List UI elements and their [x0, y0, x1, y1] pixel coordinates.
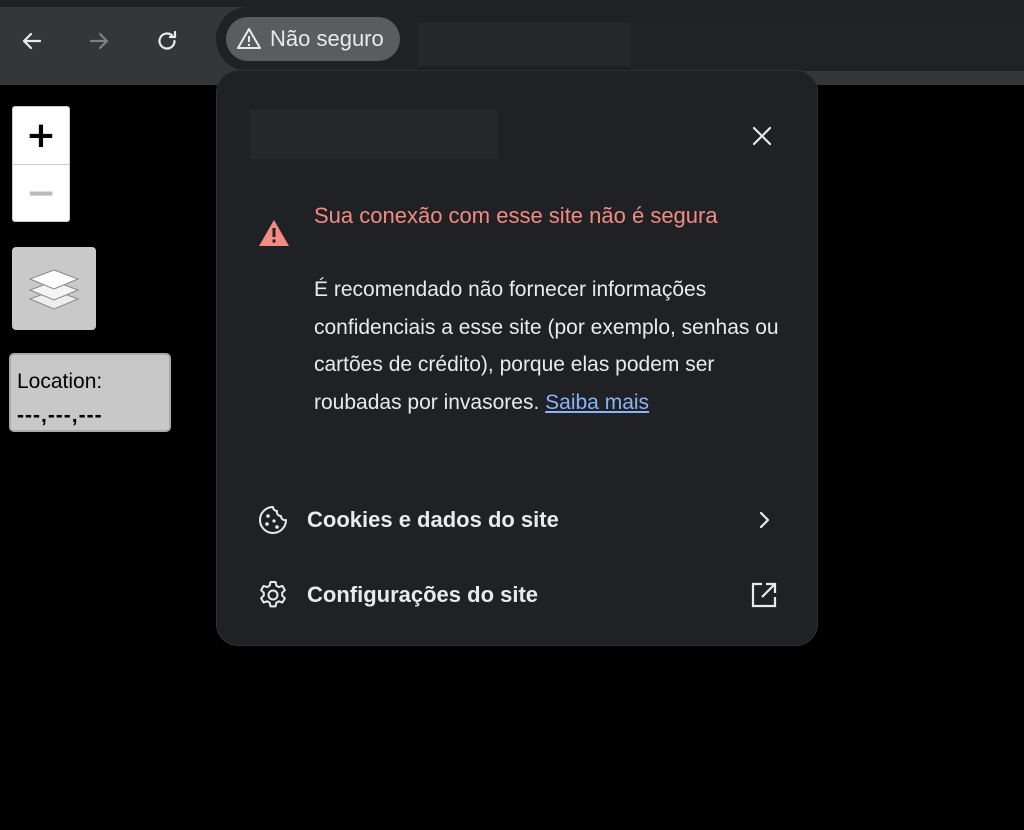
cookie-icon: [257, 504, 289, 536]
learn-more-link[interactable]: Saiba mais: [545, 391, 649, 414]
layers-icon: [28, 268, 80, 310]
reload-button[interactable]: [155, 29, 179, 53]
warning-title: Sua conexão com esse site não é segura: [314, 203, 718, 228]
chevron-right-icon: [749, 505, 779, 535]
warning-triangle-icon: [236, 26, 262, 52]
location-readout: Location: ---,---,---: [9, 353, 171, 432]
back-button[interactable]: [20, 29, 44, 53]
cookies-and-site-data-row[interactable]: Cookies e dados do site: [217, 490, 817, 550]
close-icon: [752, 126, 772, 146]
arrow-right-icon: [89, 32, 109, 50]
open-external-icon: [749, 580, 779, 610]
gear-icon: [257, 579, 289, 611]
layers-button[interactable]: [12, 247, 96, 330]
zoom-in-button[interactable]: +: [13, 107, 69, 164]
zoom-control: + −: [12, 106, 70, 222]
location-coordinates: ---,---,---: [17, 404, 103, 427]
forward-button[interactable]: [87, 29, 111, 53]
security-chip-label: Não seguro: [270, 26, 384, 51]
site-settings-row[interactable]: Configurações do site: [217, 565, 817, 625]
url-text-redacted: [630, 24, 1024, 64]
location-label: Location:: [17, 370, 103, 393]
cookies-row-label: Cookies e dados do site: [307, 507, 559, 532]
site-info-popup: Sua conexão com esse site não é segura É…: [216, 70, 818, 646]
warning-body: É recomendado não fornecer informações c…: [314, 271, 784, 421]
arrow-left-icon: [22, 32, 42, 50]
reload-icon: [158, 30, 177, 50]
warning-triangle-icon: [259, 220, 289, 246]
site-settings-row-label: Configurações do site: [307, 582, 539, 607]
close-button[interactable]: [747, 121, 777, 151]
security-indicator-chip[interactable]: Não seguro: [226, 17, 400, 61]
zoom-out-button[interactable]: −: [13, 164, 69, 222]
site-name-redacted: [250, 109, 498, 159]
url-text-redacted: [418, 22, 630, 66]
